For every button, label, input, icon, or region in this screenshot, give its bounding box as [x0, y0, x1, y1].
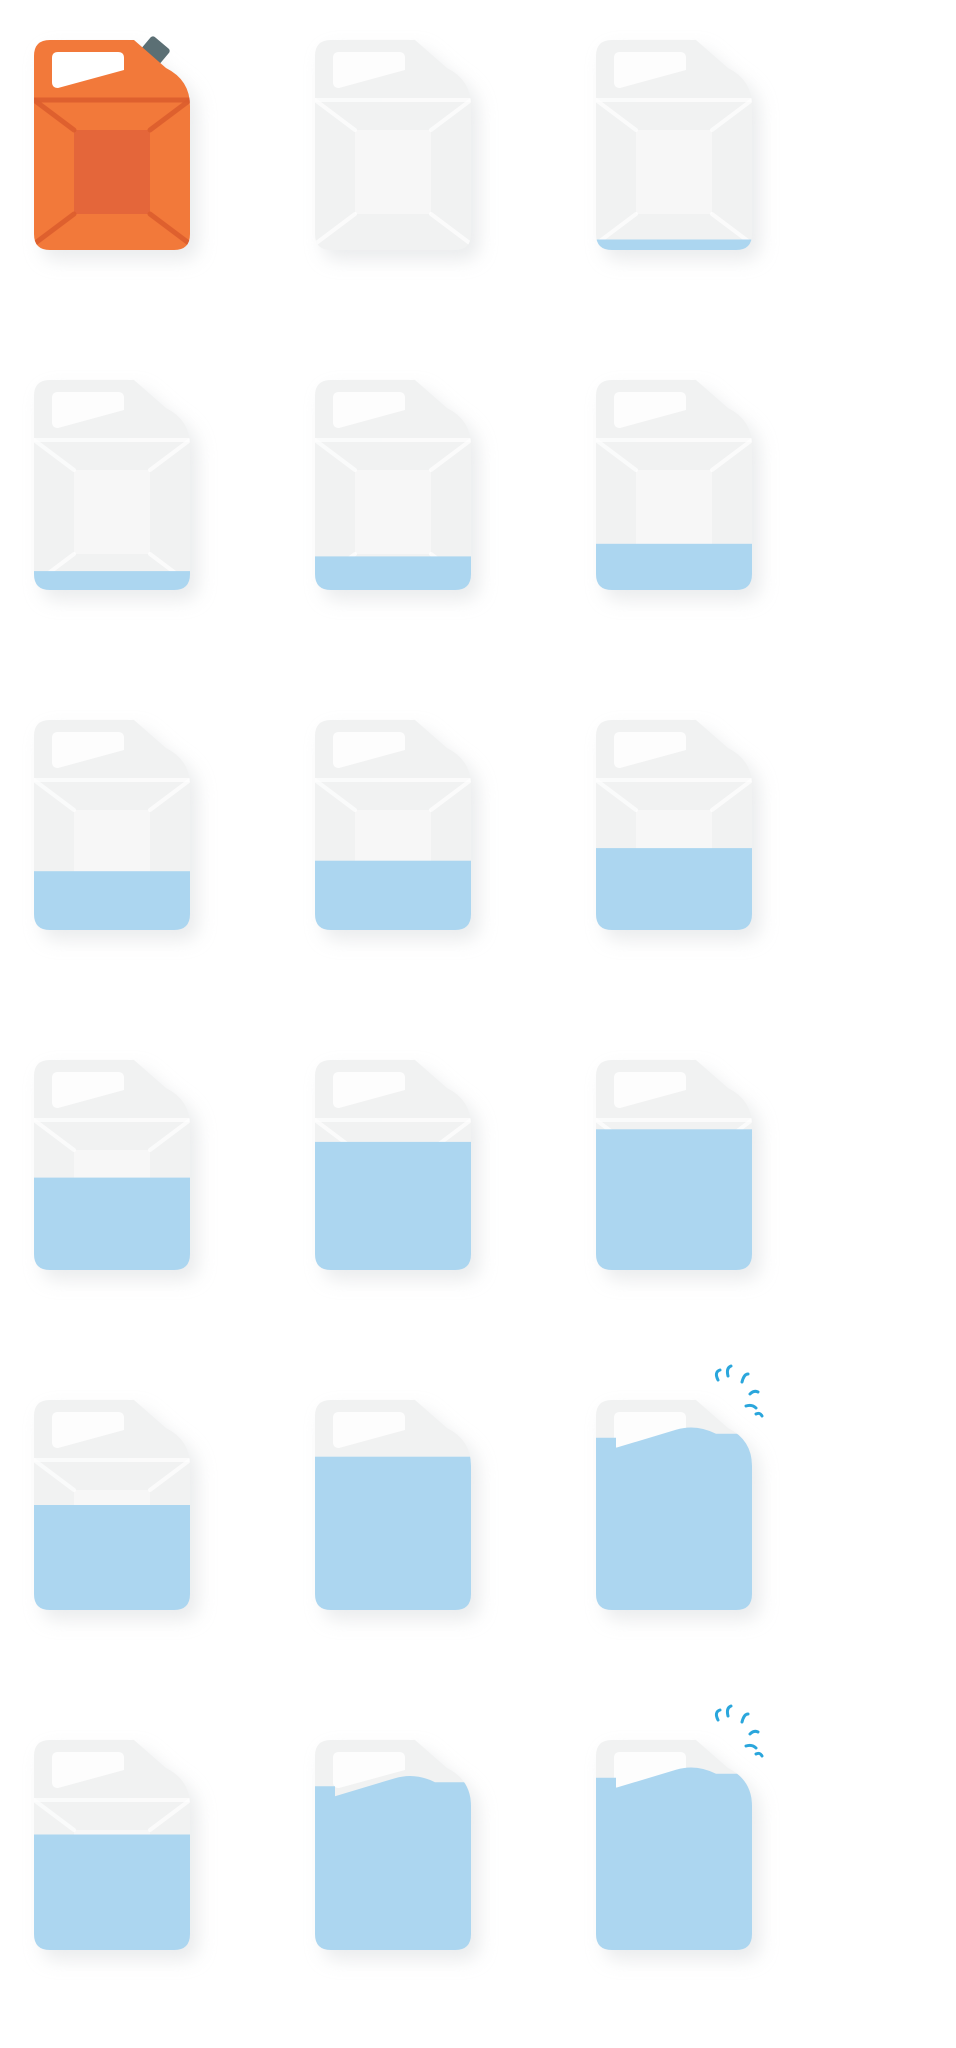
can-panel — [74, 470, 150, 554]
jerry-can-icon — [34, 720, 198, 940]
jerry-can-sprite — [34, 380, 234, 640]
jerry-can-icon — [596, 40, 760, 260]
jerry-can-icon — [315, 1740, 479, 1960]
jerry-can-sprite — [596, 40, 796, 300]
jerry-can-icon — [315, 1400, 479, 1620]
water-fill — [34, 1505, 190, 1610]
water-fill — [34, 1177, 190, 1270]
jerry-can-icon — [315, 1060, 479, 1280]
jerry-can-icon — [34, 36, 198, 260]
jerry-can-sprite — [315, 1400, 515, 1660]
jerry-can-sprite — [596, 1704, 796, 2000]
water-splash-icon — [714, 1364, 764, 1418]
jerry-can-sprite — [596, 380, 796, 640]
jerry-can-icon — [34, 1740, 198, 1960]
jerry-can-sprite — [596, 1060, 796, 1320]
jerry-can-icon — [596, 380, 760, 600]
jerry-can-sprite — [315, 40, 515, 300]
jerry-can-icon — [34, 1400, 198, 1620]
water-fill — [315, 1141, 471, 1270]
water-fill — [315, 1456, 471, 1610]
jerry-can-icon — [596, 720, 760, 940]
water-fill — [315, 1775, 471, 1950]
can-panel — [74, 130, 150, 214]
jerry-can-icon — [596, 1364, 764, 1620]
jerry-can-icon — [596, 1704, 764, 1960]
can-panel — [355, 470, 431, 554]
can-panel — [355, 130, 431, 214]
water-splash-icon — [714, 1704, 764, 1758]
jerry-can-sprite — [315, 720, 515, 980]
jerry-can-sprite — [596, 720, 796, 980]
jerry-can-sprite — [34, 1740, 234, 2000]
can-panel — [636, 130, 712, 214]
jerry-can-sprite — [315, 380, 515, 640]
jerry-can-sprite — [34, 720, 234, 980]
jerry-can-icon — [596, 1060, 760, 1280]
water-fill — [34, 571, 190, 590]
can-panel — [636, 470, 712, 554]
jerry-can-icon — [34, 1060, 198, 1280]
water-fill — [596, 1129, 752, 1270]
water-fill — [34, 1834, 190, 1950]
water-fill — [596, 1427, 752, 1610]
jerry-can-sprite — [34, 36, 234, 300]
water-fill — [34, 871, 190, 930]
jerry-can-sprite — [34, 1060, 234, 1320]
water-fill — [315, 860, 471, 930]
jerry-can-sprite — [34, 1400, 234, 1660]
jerry-can-sprite-grid — [0, 0, 956, 2048]
jerry-can-sprite — [315, 1740, 515, 2000]
water-fill — [596, 1767, 752, 1950]
water-fill — [596, 848, 752, 930]
jerry-can-icon — [34, 380, 198, 600]
jerry-can-icon — [315, 40, 479, 260]
water-fill — [596, 543, 752, 590]
jerry-can-icon — [315, 380, 479, 600]
jerry-can-sprite — [315, 1060, 515, 1320]
water-fill — [315, 556, 471, 590]
jerry-can-icon — [315, 720, 479, 940]
jerry-can-sprite — [596, 1364, 796, 1660]
